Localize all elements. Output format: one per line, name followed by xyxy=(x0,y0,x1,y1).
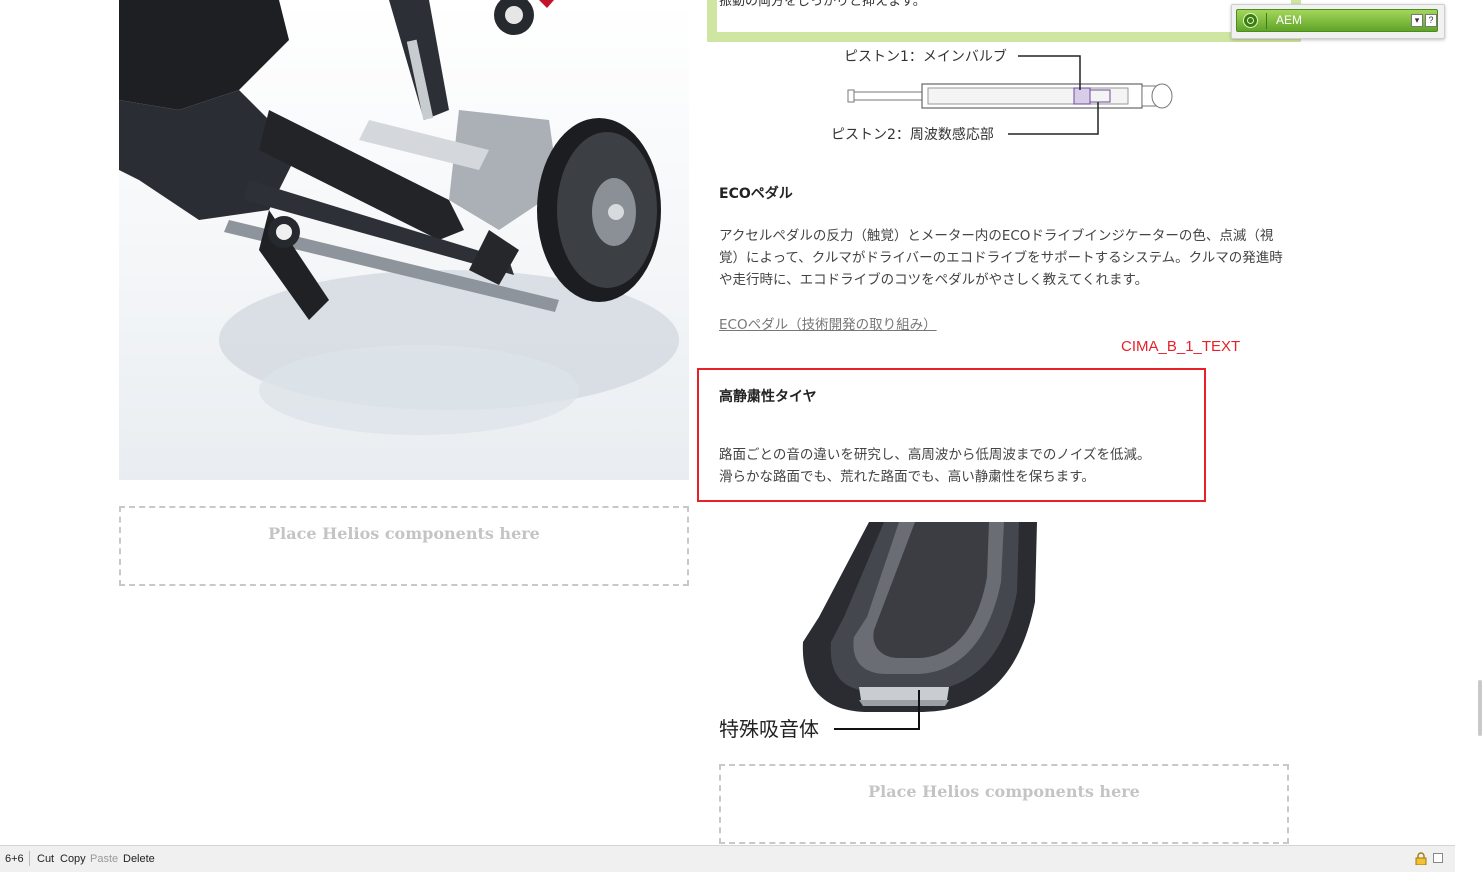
edit-toolbar: 6+6 Cut Copy Paste Delete xyxy=(0,845,1455,872)
aem-logo-icon xyxy=(1243,13,1258,28)
aem-separator xyxy=(1266,13,1267,29)
toolbar-separator xyxy=(29,851,30,866)
component-label: CIMA_B_1_TEXT xyxy=(1121,338,1241,355)
chevron-down-icon[interactable]: ▾ xyxy=(1411,14,1423,27)
cut-button[interactable]: Cut xyxy=(37,853,54,865)
text-component[interactable]: 振動の両方をしっかりと抑えます。 xyxy=(717,0,1291,32)
tire-cross-section-image: 特殊吸音体 xyxy=(719,522,1049,744)
piston-label-2: ピストン2：周波数感応部 xyxy=(831,126,994,143)
copy-button[interactable]: Copy xyxy=(60,853,86,865)
tire-description: 路面ごとの音の違いを研究し、高周波から低周波までのノイズを低減。 滑らかな路面で… xyxy=(719,444,1199,488)
aem-sidekick[interactable]: AEM ▾ ? xyxy=(1231,4,1445,39)
page-scrollbar[interactable] xyxy=(1471,0,1483,882)
lock-icon[interactable] xyxy=(1415,852,1427,865)
tire-heading: 高静粛性タイヤ xyxy=(719,389,817,405)
scrollbar-thumb[interactable] xyxy=(1478,680,1482,736)
text-component-content: 振動の両方をしっかりと抑えます。 xyxy=(719,0,926,9)
piston-label-1: ピストン1：メインバルブ xyxy=(844,48,1007,65)
eco-pedal-description: アクセルペダルの反力（触覚）とメーター内のECOドライブインジケーターの色、点滅… xyxy=(719,228,1283,288)
help-icon[interactable]: ? xyxy=(1425,14,1437,27)
tire-callout-label: 特殊吸音体 xyxy=(719,717,819,741)
toolbar-checkbox[interactable] xyxy=(1433,853,1443,863)
piston-diagram: ピストン1：メインバルブ ピストン2：周波数感応部 xyxy=(828,44,1178,146)
eco-pedal-heading: ECOペダル xyxy=(719,186,793,202)
aem-label: AEM xyxy=(1276,13,1303,27)
paste-button[interactable]: Paste xyxy=(90,853,118,865)
toolbar-prefix: 6+6 xyxy=(5,853,24,865)
helios-placeholder-right[interactable]: Place Helios components here xyxy=(719,764,1289,844)
delete-button[interactable]: Delete xyxy=(123,853,155,865)
eco-pedal-link[interactable]: ECOペダル（技術開発の取り組み） xyxy=(719,313,937,333)
tire-description-line-1: 路面ごとの音の違いを研究し、高周波から低周波までのノイズを低減。 xyxy=(719,447,1151,463)
aem-toolbar[interactable]: AEM ▾ ? xyxy=(1236,9,1438,32)
helios-placeholder-left[interactable]: Place Helios components here xyxy=(119,506,689,586)
tire-description-line-2: 滑らかな路面でも、荒れた路面でも、高い静粛性を保ちます。 xyxy=(719,469,1095,485)
selected-text-component[interactable]: 高静粛性タイヤ 路面ごとの音の違いを研究し、高周波から低周波までのノイズを低減。… xyxy=(697,368,1206,502)
text-component-frame: 振動の両方をしっかりと抑えます。 xyxy=(707,0,1301,42)
suspension-image xyxy=(119,0,689,480)
